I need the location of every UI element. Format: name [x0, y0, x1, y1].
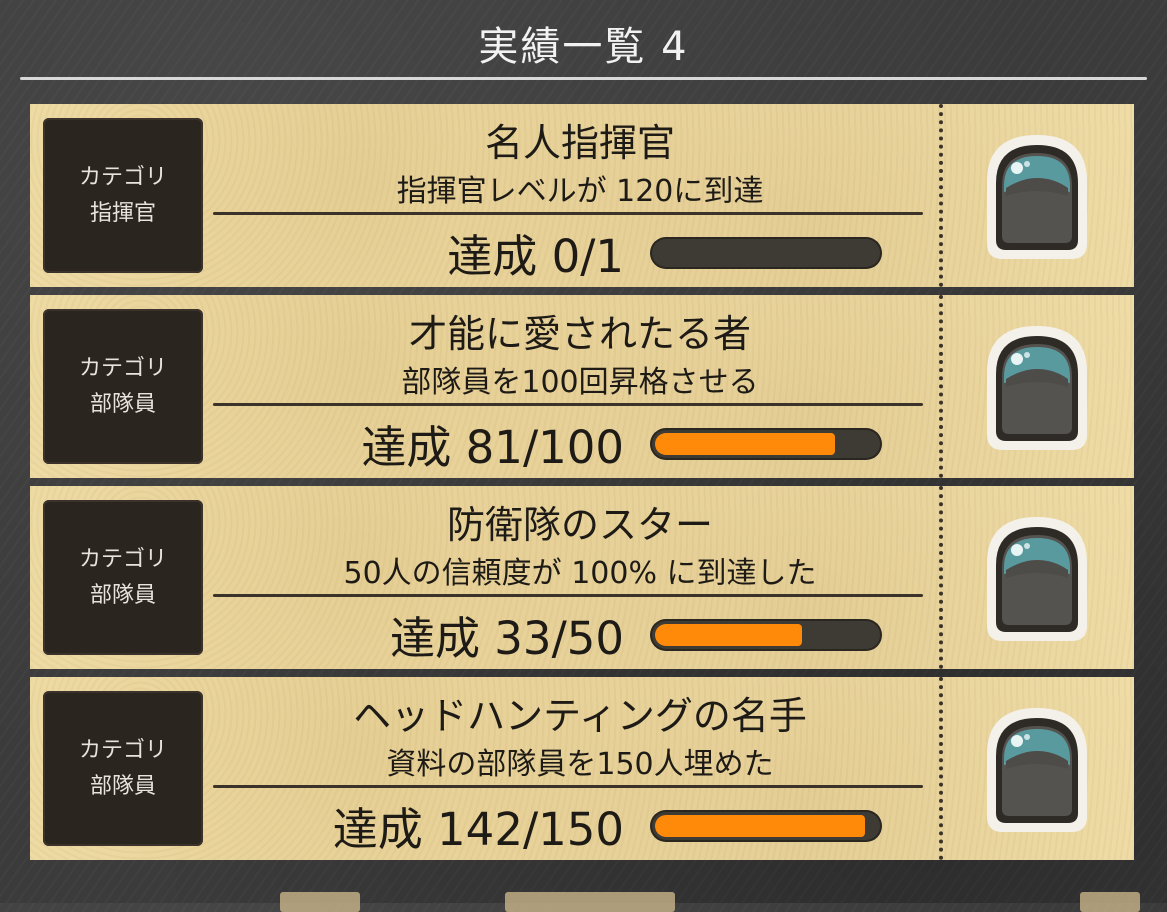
locked-reward-icon[interactable] [972, 508, 1102, 648]
category-label: カテゴリ [78, 546, 167, 572]
category-badge: カテゴリ 部隊員 [43, 500, 203, 655]
category-value: 部隊員 [89, 582, 156, 608]
achievement-title: 防衛隊のスター [446, 503, 713, 547]
card-edge [280, 892, 360, 912]
perforation-line [939, 295, 943, 478]
locked-reward-icon[interactable] [972, 699, 1102, 839]
category-value: 部隊員 [89, 391, 156, 417]
progress-text: 達成 142/150 [332, 803, 624, 856]
achievement-card[interactable]: カテゴリ 指揮官 名人指揮官 指揮官レベルが 120に到達 達成 0/1 [30, 104, 1134, 287]
progress-bar-fill [655, 433, 835, 455]
category-badge: カテゴリ 指揮官 [43, 118, 203, 273]
progress-text: 達成 0/1 [447, 230, 624, 283]
achievement-title: 名人指揮官 [484, 121, 675, 165]
card-divider [213, 594, 923, 597]
progress-bar [652, 430, 880, 458]
progress-bar-fill [655, 624, 802, 646]
achievement-description: 50人の信頼度が 100% に到達した [343, 556, 817, 591]
achievement-card[interactable]: カテゴリ 部隊員 才能に愛されたる者 部隊員を100回昇格させる 達成 81/1… [30, 295, 1134, 478]
achievement-card[interactable]: カテゴリ 部隊員 ヘッドハンティングの名手 資料の部隊員を150人埋めた 達成 … [30, 677, 1134, 860]
progress-bar-fill [655, 815, 865, 837]
category-label: カテゴリ [78, 355, 167, 381]
achievement-description: 部隊員を100回昇格させる [401, 365, 759, 400]
next-page-peek [0, 884, 1167, 912]
header: 実績一覧 4 [0, 0, 1167, 80]
achievement-card[interactable]: カテゴリ 部隊員 防衛隊のスター 50人の信頼度が 100% に到達した 達成 … [30, 486, 1134, 669]
progress-text: 達成 33/50 [390, 612, 624, 665]
card-divider [213, 785, 923, 788]
category-value: 指揮官 [89, 200, 156, 226]
achievement-description: 資料の部隊員を150人埋めた [386, 747, 774, 782]
progress-bar [652, 239, 880, 267]
progress-bar [652, 621, 880, 649]
card-edge [1080, 892, 1140, 912]
perforation-line [939, 104, 943, 287]
achievement-title: ヘッドハンティングの名手 [353, 694, 807, 738]
progress-bar [652, 812, 880, 840]
page-title: 実績一覧 4 [478, 24, 689, 70]
achievement-title: 才能に愛されたる者 [408, 312, 751, 356]
category-label: カテゴリ [78, 164, 167, 190]
category-badge: カテゴリ 部隊員 [43, 309, 203, 464]
perforation-line [939, 677, 943, 860]
category-label: カテゴリ [78, 737, 167, 763]
card-divider [213, 212, 923, 215]
perforation-line [939, 486, 943, 669]
progress-text: 達成 81/100 [361, 421, 624, 474]
card-divider [213, 403, 923, 406]
locked-reward-icon[interactable] [972, 317, 1102, 457]
header-divider [20, 77, 1147, 80]
locked-reward-icon[interactable] [972, 126, 1102, 266]
card-edge [505, 892, 675, 912]
category-badge: カテゴリ 部隊員 [43, 691, 203, 846]
category-value: 部隊員 [89, 773, 156, 799]
achievement-description: 指揮官レベルが 120に到達 [396, 174, 764, 209]
